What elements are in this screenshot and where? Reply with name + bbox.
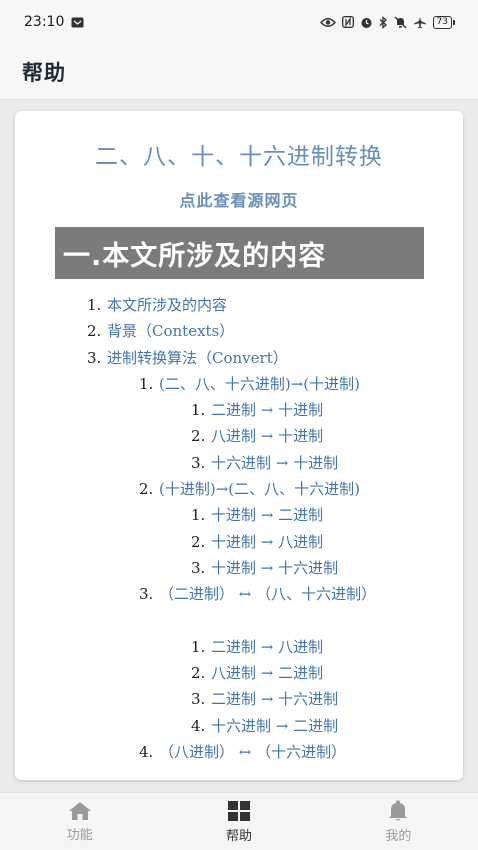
- toc-item-link[interactable]: 背景（Contexts）: [107, 318, 234, 344]
- toc-item[interactable]: 1. 二进制 → 十进制: [15, 397, 463, 423]
- alarm-icon: [360, 16, 373, 29]
- bell-icon: [387, 800, 409, 822]
- status-bar: 23:10 73: [0, 0, 478, 44]
- nav-item-help[interactable]: 帮助: [159, 793, 318, 850]
- toc-item-number: 3.: [191, 690, 206, 709]
- toc-item[interactable]: 3. 进制转换算法（Convert）: [15, 345, 463, 371]
- toc-item-link[interactable]: （八进制） ↔ （十六进制）: [159, 739, 346, 765]
- toc-item[interactable]: 4. （八进制） ↔ （十六进制）: [15, 739, 463, 765]
- toc-item-link[interactable]: 进制转换算法（Convert）: [107, 345, 288, 371]
- toc-item[interactable]: 1. 十进制 → 二进制: [15, 502, 463, 528]
- airplane-icon: [413, 16, 427, 29]
- toc-item-link[interactable]: 二进制 → 八进制: [211, 634, 323, 660]
- message-icon: [71, 17, 84, 28]
- help-content-card[interactable]: 二、八、十、十六进制转换 点此查看源网页 一.本文所涉及的内容 1. 本文所涉及的…: [15, 111, 463, 780]
- toc-item[interactable]: 3. 二进制 → 十六进制: [15, 686, 463, 712]
- table-of-contents: 1. 本文所涉及的内容 2. 背景（Contexts） 3. 进制转换算法（Convert…: [15, 292, 463, 765]
- toc-item-link[interactable]: 本文所涉及的内容: [107, 292, 227, 318]
- home-icon: [68, 801, 92, 821]
- toc-item-number: 1.: [191, 401, 206, 420]
- toc-item-link[interactable]: (十进制)→(二、八、十六进制): [159, 476, 360, 502]
- eye-icon: [319, 17, 336, 28]
- view-source-link[interactable]: 点此查看源网页: [15, 187, 463, 211]
- bluetooth-icon: [379, 15, 388, 29]
- nav-label: 帮助: [225, 828, 252, 844]
- toc-item-number: 3.: [191, 558, 206, 577]
- toc-item-link[interactable]: 八进制 → 十进制: [211, 423, 323, 449]
- toc-item-number: 1.: [191, 637, 206, 656]
- toc-item[interactable]: 2. 背景（Contexts）: [15, 318, 463, 344]
- toc-item[interactable]: 2. 八进制 → 二进制: [15, 660, 463, 686]
- toc-item[interactable]: 2. 八进制 → 十进制: [15, 423, 463, 449]
- app-bar: 帮助: [0, 44, 478, 100]
- toc-item[interactable]: 1. 二进制 → 八进制: [15, 634, 463, 660]
- toc-item-number: 3.: [139, 585, 154, 604]
- toc-item-link[interactable]: 二进制 → 十六进制: [211, 686, 338, 712]
- toc-item-link[interactable]: 十进制 → 十六进制: [211, 555, 338, 581]
- toc-item-link[interactable]: 十进制 → 八进制: [211, 529, 323, 555]
- toc-item[interactable]: 2. (十进制)→(二、八、十六进制): [15, 476, 463, 502]
- status-time: 23:10: [24, 14, 65, 30]
- toc-item-link[interactable]: 十六进制 → 二进制: [211, 713, 338, 739]
- nav-item-features[interactable]: 功能: [0, 793, 159, 850]
- toc-item[interactable]: 3. 十六进制 → 十进制: [15, 450, 463, 476]
- nav-label: 我的: [385, 828, 412, 844]
- toc-item-number: 1.: [191, 506, 206, 525]
- battery-indicator: 73: [432, 15, 456, 29]
- section-heading: 一.本文所涉及的内容: [55, 227, 424, 279]
- toc-item-link[interactable]: （二进制） ↔ （八、十六进制）: [159, 581, 399, 607]
- toc-item-link[interactable]: 八进制 → 二进制: [211, 660, 323, 686]
- toc-item-link[interactable]: 十六进制 → 十进制: [211, 450, 338, 476]
- toc-item-number: 4.: [139, 743, 154, 762]
- toc-item-number: 4.: [191, 716, 206, 735]
- toc-item[interactable]: 1. 本文所涉及的内容: [15, 292, 463, 318]
- toc-item-link[interactable]: (二、八、十六进制)→(十进制): [159, 371, 360, 397]
- document-title: 二、八、十、十六进制转换: [95, 144, 383, 170]
- toc-item[interactable]: 4. 十六进制 → 二进制: [15, 713, 463, 739]
- toc-item-number: 2.: [191, 664, 206, 683]
- toc-item[interactable]: 3. （二进制） ↔ （八、十六进制）: [15, 581, 463, 634]
- page-title: 帮助: [22, 60, 66, 85]
- toc-item-link[interactable]: 十进制 → 二进制: [211, 502, 323, 528]
- toc-item-number: 2.: [87, 322, 102, 341]
- mute-icon: [394, 16, 407, 29]
- nav-label: 功能: [66, 827, 93, 843]
- grid-icon: [227, 800, 251, 822]
- toc-item-link[interactable]: 二进制 → 十进制: [211, 397, 323, 423]
- toc-item[interactable]: 1. (二、八、十六进制)→(十进制): [15, 371, 463, 397]
- toc-item-number: 3.: [191, 453, 206, 472]
- toc-item-number: 3.: [87, 348, 102, 367]
- toc-item-number: 2.: [191, 427, 206, 446]
- nav-item-profile[interactable]: 我的: [319, 793, 478, 850]
- toc-item[interactable]: 2. 十进制 → 八进制: [15, 529, 463, 555]
- toc-item-number: 1.: [139, 374, 154, 393]
- toc-item-number: 2.: [191, 532, 206, 551]
- toc-item-number: 2.: [139, 480, 154, 499]
- nfc-icon: [341, 16, 354, 28]
- bottom-navigation: 功能 帮助 我的: [0, 792, 478, 850]
- toc-item-number: 1.: [87, 296, 102, 314]
- toc-item[interactable]: 3. 十进制 → 十六进制: [15, 555, 463, 581]
